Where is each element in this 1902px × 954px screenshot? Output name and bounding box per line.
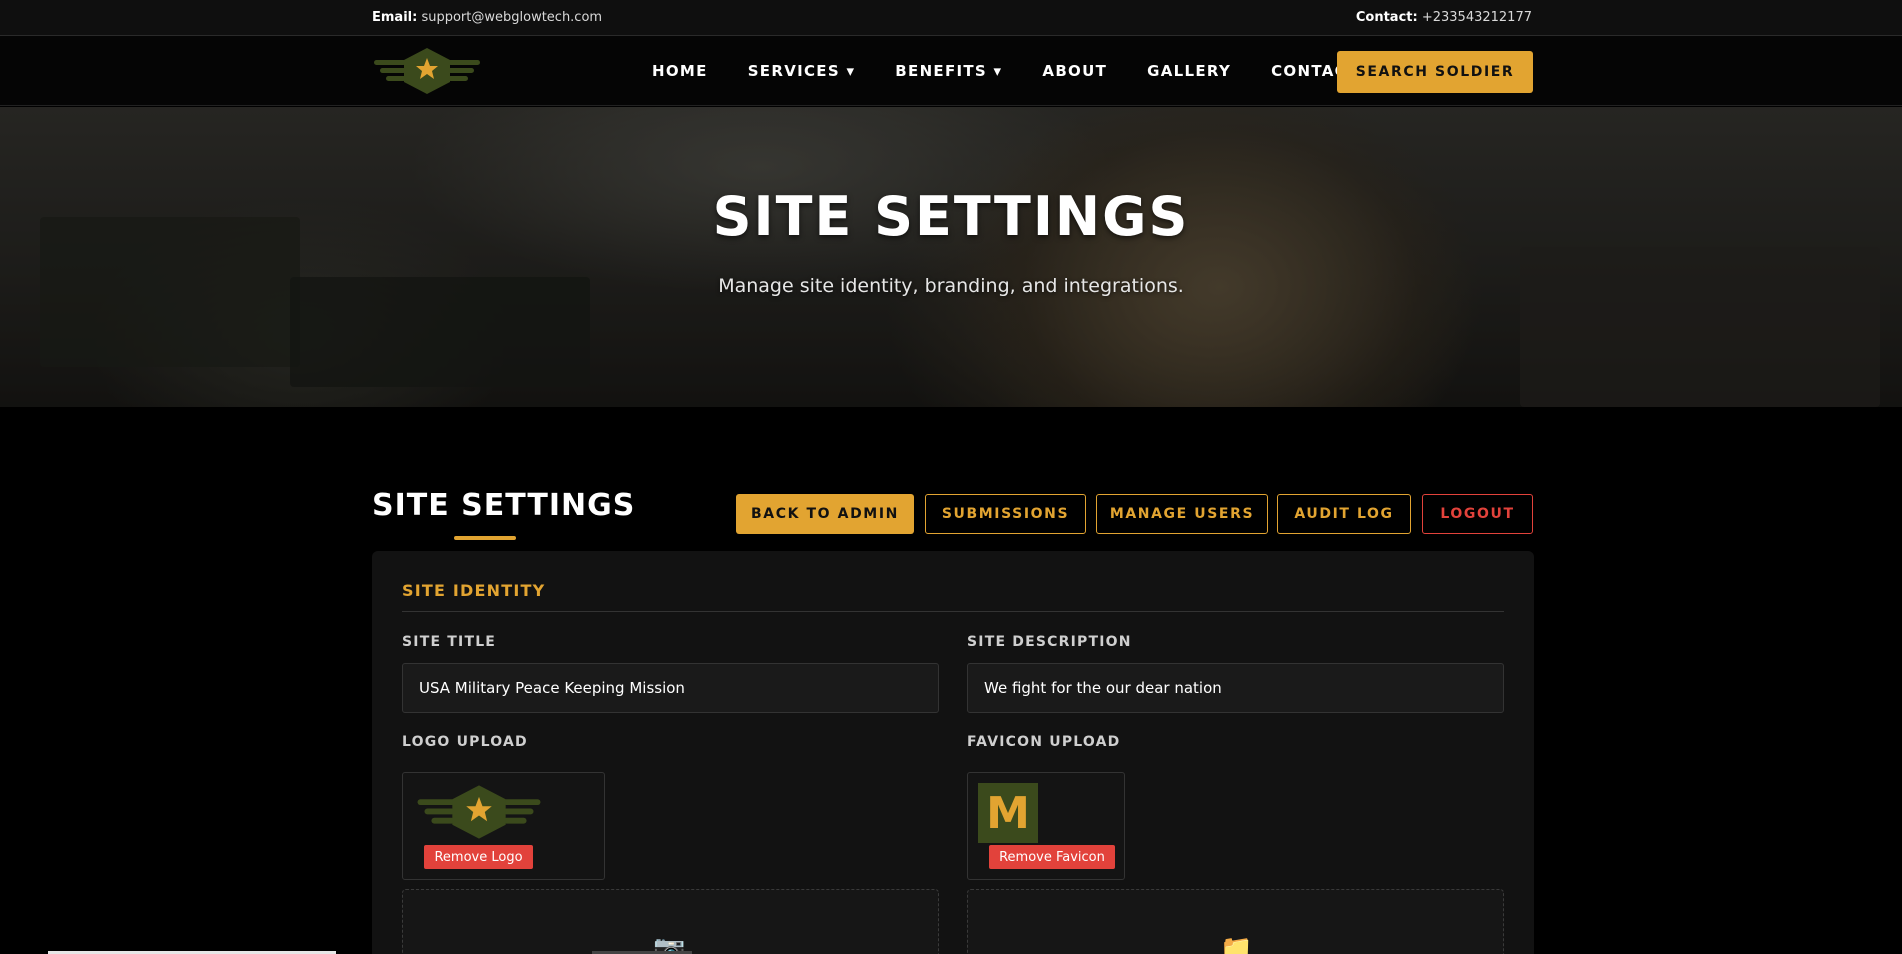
hero-overlay	[0, 107, 1902, 407]
main-navbar: HOME SERVICES ▾ BENEFITS ▾ ABOUT GALLERY…	[0, 36, 1902, 106]
favicon-preview: M Remove Favicon	[967, 772, 1125, 880]
email-info: Email: support@webglowtech.com	[372, 10, 602, 25]
favicon-upload-label: FAVICON UPLOAD	[967, 734, 1121, 750]
contact-label: Contact:	[1355, 10, 1418, 25]
remove-favicon-button[interactable]: Remove Favicon	[989, 845, 1115, 869]
top-info-bar: Email: support@webglowtech.com Contact: …	[0, 0, 1902, 36]
nav-gallery[interactable]: GALLERY	[1147, 62, 1231, 80]
nav-about[interactable]: ABOUT	[1042, 62, 1107, 80]
favicon-dropzone[interactable]: 📁	[967, 889, 1504, 954]
favicon-image: M	[978, 783, 1038, 843]
back-to-admin-button[interactable]: BACK TO ADMIN	[736, 494, 914, 534]
hero-banner: SITE SETTINGS Manage site identity, bran…	[0, 107, 1902, 407]
logout-button[interactable]: LOGOUT	[1422, 494, 1533, 534]
logo-preview-icon	[417, 785, 541, 839]
site-description-label: SITE DESCRIPTION	[967, 634, 1132, 650]
site-title-label: SITE TITLE	[402, 634, 497, 650]
logo-wings-icon	[374, 48, 480, 94]
section-title: SITE IDENTITY	[402, 581, 546, 600]
title-underline	[454, 536, 516, 540]
nav-benefits[interactable]: BENEFITS ▾	[895, 62, 1002, 80]
nav-services[interactable]: SERVICES ▾	[748, 62, 856, 80]
logo-upload-label: LOGO UPLOAD	[402, 734, 528, 750]
submissions-button[interactable]: SUBMISSIONS	[925, 494, 1086, 534]
logo-dropzone[interactable]: 📷	[402, 889, 939, 954]
hero-title: SITE SETTINGS	[712, 185, 1190, 248]
email-value[interactable]: support@webglowtech.com	[421, 10, 602, 25]
logo-preview: Remove Logo	[402, 772, 605, 880]
page-title: SITE SETTINGS	[372, 488, 636, 523]
remove-logo-button[interactable]: Remove Logo	[424, 845, 533, 869]
site-description-input[interactable]: We fight for the our dear nation	[967, 663, 1504, 713]
site-logo[interactable]	[372, 46, 482, 96]
nav-menu: HOME SERVICES ▾ BENEFITS ▾ ABOUT GALLERY…	[652, 62, 1398, 80]
email-label: Email:	[372, 10, 418, 25]
contact-info: Contact: +233543212177	[1356, 10, 1532, 25]
hero-subtitle: Manage site identity, branding, and inte…	[718, 275, 1184, 297]
site-title-input[interactable]: USA Military Peace Keeping Mission	[402, 663, 939, 713]
nav-home[interactable]: HOME	[652, 62, 708, 80]
folder-icon: 📁	[1220, 934, 1253, 954]
manage-users-button[interactable]: MANAGE USERS	[1096, 494, 1268, 534]
contact-value[interactable]: +233543212177	[1422, 10, 1532, 25]
section-divider	[402, 611, 1504, 612]
search-soldier-button[interactable]: SEARCH SOLDIER	[1337, 51, 1533, 93]
site-identity-card: SITE IDENTITY SITE TITLE USA Military Pe…	[372, 551, 1534, 954]
audit-log-button[interactable]: AUDIT LOG	[1277, 494, 1411, 534]
